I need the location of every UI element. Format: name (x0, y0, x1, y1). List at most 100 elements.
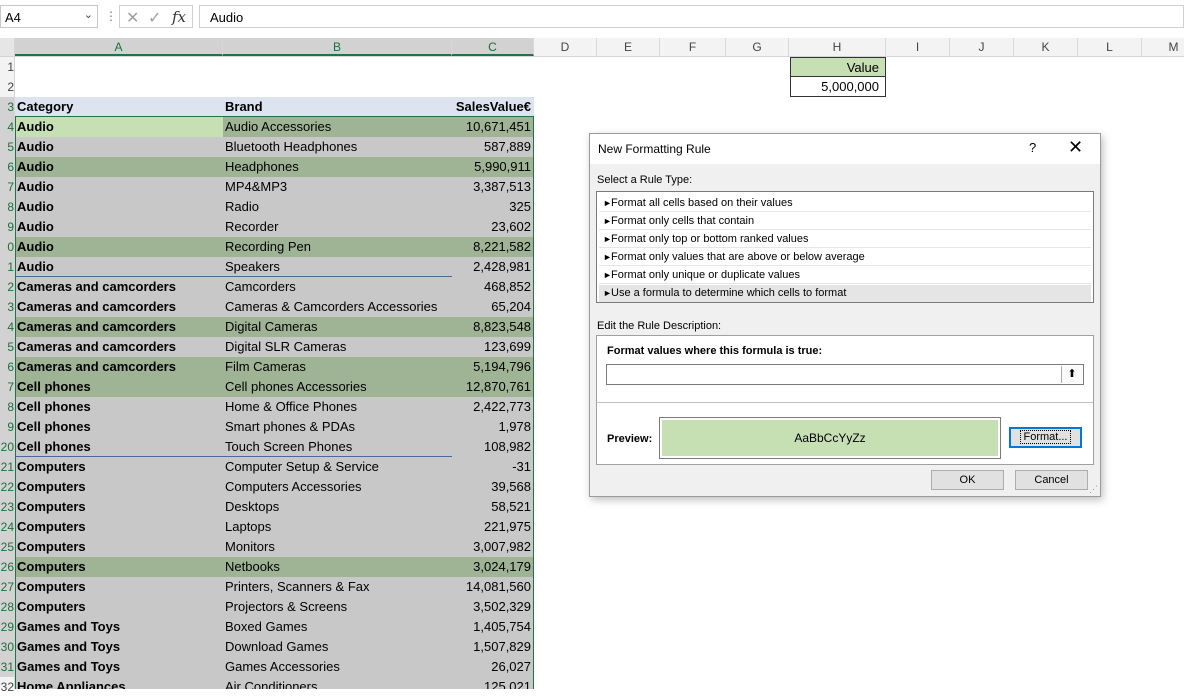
row-header[interactable]: 2 (0, 77, 14, 97)
column-header-d[interactable]: D (534, 38, 597, 56)
column-header-a[interactable]: A (15, 38, 223, 56)
row-header[interactable]: 1 (0, 257, 14, 277)
header-brand[interactable]: Brand (223, 97, 452, 117)
row-header[interactable]: 3 (0, 297, 14, 317)
sales-value-cell[interactable]: 5,990,911 (452, 157, 534, 177)
row-header[interactable]: 25 (0, 537, 14, 557)
enter-icon[interactable]: ✓ (148, 8, 161, 28)
formula-field[interactable]: ⬆ (606, 364, 1084, 385)
category-cell[interactable]: Cameras and camcorders (15, 357, 223, 377)
brand-cell[interactable]: Computer Setup & Service (223, 457, 452, 477)
row-header[interactable]: 29 (0, 617, 14, 637)
row-header[interactable]: 9 (0, 217, 14, 237)
sales-value-cell[interactable]: 1,978 (452, 417, 534, 437)
sales-value-cell[interactable]: 8,221,582 (452, 237, 534, 257)
rule-type-item[interactable]: ► Format only unique or duplicate values (599, 267, 1091, 284)
sales-value-cell[interactable]: 221,975 (452, 517, 534, 537)
close-icon[interactable]: ✕ (1068, 137, 1083, 158)
row-header[interactable]: 23 (0, 497, 14, 517)
category-cell[interactable]: Cell phones (15, 417, 223, 437)
brand-cell[interactable]: Home & Office Phones (223, 397, 452, 417)
category-cell[interactable]: Computers (15, 597, 223, 617)
more-options-icon[interactable]: ⋮ (105, 9, 117, 23)
insert-function-icon[interactable]: fx (172, 8, 186, 26)
category-cell[interactable]: Cameras and camcorders (15, 317, 223, 337)
sales-value-cell[interactable]: 125,021 (452, 677, 534, 689)
brand-cell[interactable]: Digital Cameras (223, 317, 452, 337)
column-header-i[interactable]: I (886, 38, 950, 56)
category-cell[interactable]: Computers (15, 477, 223, 497)
category-cell[interactable]: Audio (15, 217, 223, 237)
brand-cell[interactable]: Film Cameras (223, 357, 452, 377)
sales-value-cell[interactable]: 1,507,829 (452, 637, 534, 657)
brand-cell[interactable]: Games Accessories (223, 657, 452, 677)
category-cell[interactable]: Cameras and camcorders (15, 277, 223, 297)
resize-grip-icon[interactable]: ⋰ (1089, 484, 1098, 495)
category-cell[interactable]: Audio (15, 257, 223, 277)
brand-cell[interactable]: Computers Accessories (223, 477, 452, 497)
brand-cell[interactable]: Monitors (223, 537, 452, 557)
category-cell[interactable]: Games and Toys (15, 657, 223, 677)
row-header[interactable]: 31 (0, 657, 14, 677)
sales-value-cell[interactable]: -31 (452, 457, 534, 477)
column-header-j[interactable]: J (950, 38, 1014, 56)
row-header[interactable]: 22 (0, 477, 14, 497)
sales-value-cell[interactable]: 1,405,754 (452, 617, 534, 637)
category-cell[interactable]: Audio (15, 177, 223, 197)
row-header[interactable]: 26 (0, 557, 14, 577)
rule-type-item-selected[interactable]: ► Use a formula to determine which cells … (599, 285, 1091, 302)
row-header[interactable]: 21 (0, 457, 14, 477)
brand-cell[interactable]: Desktops (223, 497, 452, 517)
row-header[interactable]: 4 (0, 317, 14, 337)
row-header[interactable]: 9 (0, 417, 14, 437)
rule-type-list[interactable]: ► Format all cells based on their values … (596, 191, 1094, 303)
sales-value-cell[interactable]: 3,024,179 (452, 557, 534, 577)
category-cell[interactable]: Audio (15, 137, 223, 157)
sales-value-cell[interactable]: 58,521 (452, 497, 534, 517)
row-header[interactable]: 5 (0, 337, 14, 357)
category-cell[interactable]: Cell phones (15, 437, 223, 457)
row-header[interactable]: 8 (0, 397, 14, 417)
column-header-b[interactable]: B (223, 38, 452, 56)
row-header[interactable]: 7 (0, 177, 14, 197)
dialog-titlebar[interactable]: New Formatting Rule ? ✕ (590, 134, 1100, 164)
sales-value-cell[interactable]: 8,823,548 (452, 317, 534, 337)
sales-value-cell[interactable]: 2,428,981 (452, 257, 534, 277)
sales-value-cell[interactable]: 3,387,513 (452, 177, 534, 197)
category-cell[interactable]: Audio (15, 157, 223, 177)
brand-cell[interactable]: Air Conditioners (223, 677, 452, 689)
brand-cell[interactable]: Radio (223, 197, 452, 217)
category-cell[interactable]: Computers (15, 577, 223, 597)
category-cell[interactable]: Computers (15, 457, 223, 477)
name-box[interactable]: A4 ⌄ (0, 5, 98, 28)
category-cell[interactable]: Audio (15, 117, 223, 137)
sales-value-cell[interactable]: 587,889 (452, 137, 534, 157)
brand-cell[interactable]: Audio Accessories (223, 117, 452, 137)
column-header-f[interactable]: F (660, 38, 726, 56)
brand-cell[interactable]: Download Games (223, 637, 452, 657)
threshold-label-cell[interactable]: Value (790, 57, 886, 77)
rule-type-item[interactable]: ► Format only values that are above or be… (599, 249, 1091, 266)
collapse-dialog-icon[interactable]: ⬆ (1061, 366, 1082, 383)
brand-cell[interactable]: Recording Pen (223, 237, 452, 257)
brand-cell[interactable]: Cameras & Camcorders Accessories (223, 297, 452, 317)
sales-value-cell[interactable]: 325 (452, 197, 534, 217)
row-header[interactable]: 2 (0, 277, 14, 297)
row-header[interactable]: 27 (0, 577, 14, 597)
select-all-button[interactable] (0, 38, 15, 56)
cancel-button[interactable]: Cancel (1015, 470, 1088, 490)
sales-value-cell[interactable]: 108,982 (452, 437, 534, 457)
column-header-h[interactable]: H (789, 38, 886, 56)
category-cell[interactable]: Audio (15, 197, 223, 217)
rule-type-item[interactable]: ► Format all cells based on their values (599, 195, 1091, 212)
category-cell[interactable]: Cell phones (15, 397, 223, 417)
sales-value-cell[interactable]: 10,671,451 (452, 117, 534, 137)
row-header[interactable]: 20 (0, 437, 14, 457)
cancel-icon[interactable]: ✕ (126, 8, 139, 28)
sales-value-cell[interactable]: 2,422,773 (452, 397, 534, 417)
column-header-g[interactable]: G (726, 38, 789, 56)
category-cell[interactable]: Games and Toys (15, 617, 223, 637)
brand-cell[interactable]: Printers, Scanners & Fax (223, 577, 452, 597)
brand-cell[interactable]: Headphones (223, 157, 452, 177)
row-header[interactable]: 32 (0, 677, 14, 697)
